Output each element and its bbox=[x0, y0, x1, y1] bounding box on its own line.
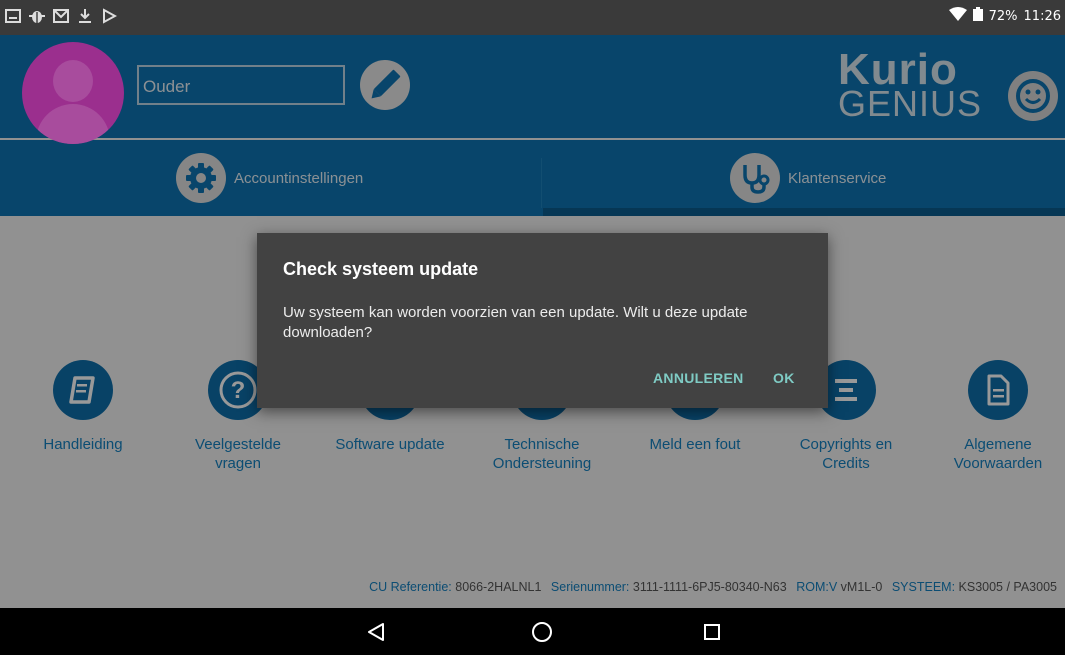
recents-button[interactable] bbox=[688, 608, 736, 655]
update-dialog: Check systeem update Uw systeem kan word… bbox=[257, 233, 828, 408]
ok-button[interactable]: OK bbox=[773, 370, 795, 386]
clock: 11:26 bbox=[1023, 8, 1061, 24]
back-button[interactable] bbox=[352, 608, 400, 655]
play-store-icon bbox=[100, 8, 118, 26]
back-icon bbox=[368, 622, 384, 641]
gmail-icon bbox=[52, 8, 70, 26]
battery-percentage: 72% bbox=[988, 8, 1018, 24]
image-icon bbox=[4, 8, 22, 26]
navigation-bar bbox=[0, 608, 1065, 655]
download-icon bbox=[76, 8, 94, 26]
wifi-icon bbox=[948, 7, 967, 25]
dialog-title: Check systeem update bbox=[283, 259, 479, 279]
bug-icon bbox=[28, 8, 46, 26]
recents-icon bbox=[704, 623, 720, 640]
status-bar: 72% 11:26 bbox=[0, 0, 1065, 35]
home-button[interactable] bbox=[518, 608, 566, 655]
dialog-message: Uw systeem kan worden voorzien van een u… bbox=[283, 304, 748, 341]
battery-icon bbox=[972, 7, 983, 25]
home-icon bbox=[532, 621, 552, 642]
avatar[interactable] bbox=[22, 42, 124, 144]
cancel-button[interactable]: ANNULEREN bbox=[653, 370, 744, 386]
